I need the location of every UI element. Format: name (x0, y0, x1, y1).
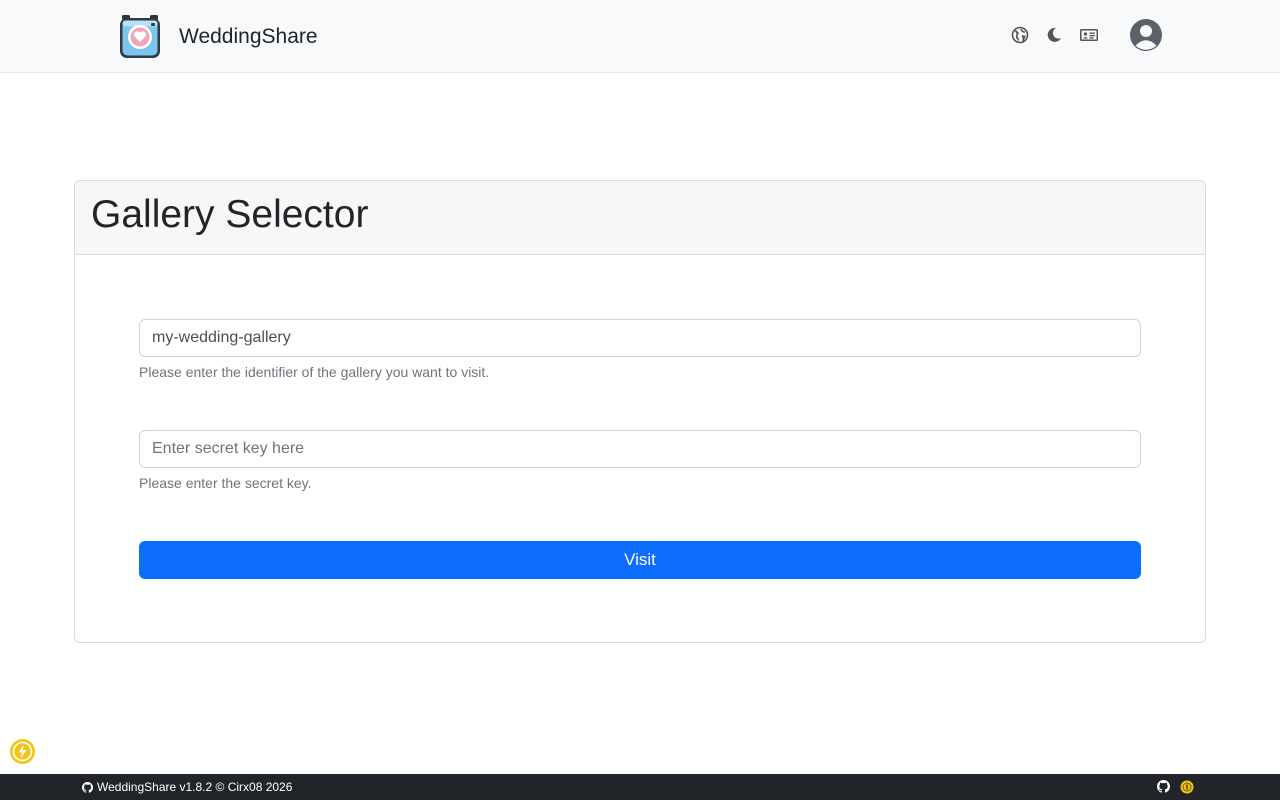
github-icon[interactable] (82, 781, 93, 793)
card-body: Please enter the identifier of the galle… (75, 255, 1205, 642)
camera-heart-icon (119, 14, 161, 59)
page-footer: WeddingShare v1.8.2 © Cirx08 2026 (0, 774, 1280, 800)
gallery-id-help: Please enter the identifier of the galle… (139, 364, 490, 380)
top-navbar: WeddingShare (0, 0, 1280, 73)
language-globe-icon[interactable] (1011, 26, 1029, 44)
id-card-icon[interactable] (1079, 26, 1099, 44)
secret-key-input[interactable] (139, 430, 1141, 468)
dark-mode-moon-icon[interactable] (1045, 26, 1063, 44)
visit-button[interactable]: Visit (139, 541, 1141, 579)
gallery-selector-card: Gallery Selector Please enter the identi… (74, 180, 1206, 643)
footer-text: WeddingShare v1.8.2 © Cirx08 2026 (97, 780, 293, 794)
sponsor-coin-icon[interactable] (1180, 780, 1194, 794)
page-title: Gallery Selector (91, 193, 369, 236)
brand-name: WeddingShare (179, 25, 318, 48)
lightning-bolt-icon[interactable] (10, 739, 35, 764)
github-icon[interactable] (1157, 780, 1171, 794)
secret-key-help: Please enter the secret key. (139, 475, 312, 491)
gallery-id-input[interactable] (139, 319, 1141, 357)
brand-link[interactable]: WeddingShare (119, 14, 318, 59)
card-header: Gallery Selector (75, 181, 1205, 255)
account-avatar-icon[interactable] (1129, 18, 1163, 52)
footer-credit: WeddingShare v1.8.2 © Cirx08 2026 (82, 774, 292, 800)
